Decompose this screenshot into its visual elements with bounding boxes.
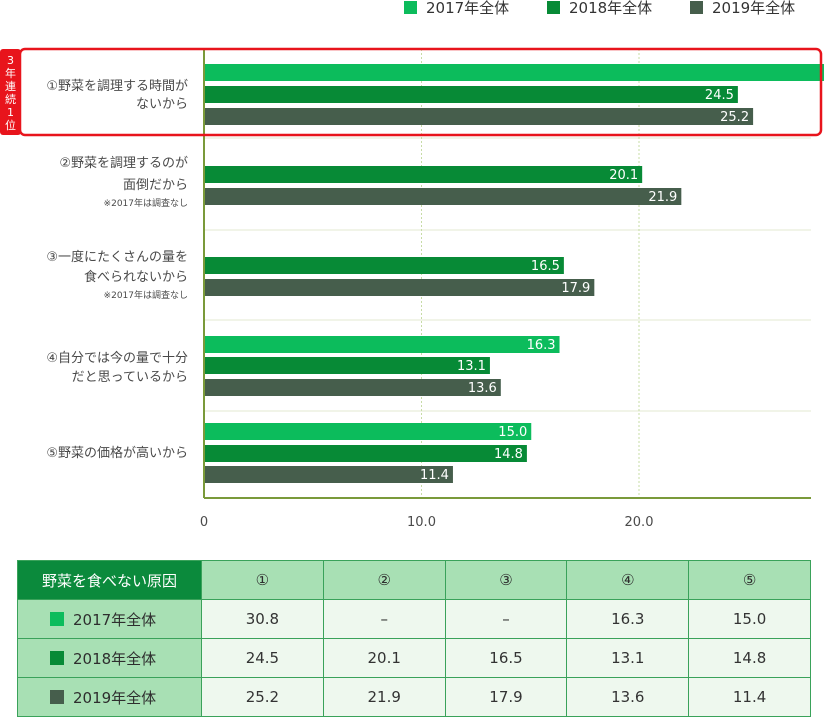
table-row-header: 2018年全体 (17, 638, 202, 678)
bar (205, 86, 738, 103)
table-cell: 16.5 (444, 638, 568, 678)
rank-badge-char: 3 (7, 54, 14, 67)
table-cell: 15.0 (688, 599, 811, 639)
bar (205, 357, 490, 374)
bar-value-label: 16.5 (531, 259, 560, 274)
legend-label: 2019年全体 (712, 0, 795, 17)
table-header-label: 野菜を食べない原因 (17, 560, 202, 600)
x-tick-label: 0 (200, 515, 208, 530)
bar-value-label: 13.6 (468, 381, 497, 396)
table-cell: – (444, 599, 568, 639)
table-cell: 21.9 (322, 677, 446, 717)
data-table: 野菜を食べない原因 ① ② ③ ④ ⑤ 2017年全体 30.8 – – 16.… (17, 560, 811, 717)
legend-swatch (50, 651, 64, 665)
category-label: だと思っているから (72, 370, 188, 385)
table-cell: 13.6 (566, 677, 690, 717)
bar (205, 445, 527, 462)
bar-value-label: 15.0 (498, 425, 527, 440)
bar (205, 279, 595, 296)
bar-value-label: 21.9 (648, 190, 677, 205)
category-note: ※2017年は調査なし (104, 197, 188, 209)
table-cell: 13.1 (566, 638, 690, 678)
table-row-header: 2019年全体 (17, 677, 202, 717)
bar-value-label: 13.1 (457, 359, 486, 374)
bar (205, 336, 560, 353)
table-row: 2017年全体 30.8 – – 16.3 15.0 (17, 599, 811, 639)
category-label: ②野菜を調理するのが (59, 156, 188, 171)
table-col-4: ④ (566, 560, 690, 600)
rank-badge-char: 連 (5, 79, 16, 93)
rank-badge-char: 年 (5, 66, 16, 80)
table-cell: 14.8 (688, 638, 811, 678)
rank-badge-char: 続 (5, 92, 16, 106)
table-row: 2019年全体 25.2 21.9 17.9 13.6 11.4 (17, 677, 811, 717)
x-tick-label: 20.0 (625, 515, 654, 530)
legend-swatch (547, 1, 560, 14)
bar-value-label: 16.3 (527, 338, 556, 353)
table-cell: 24.5 (201, 638, 324, 678)
table-cell: 25.2 (201, 677, 324, 717)
bar-value-label: 17.9 (561, 281, 590, 296)
bar (205, 64, 824, 81)
legend-label: 2018年全体 (569, 0, 652, 17)
table-cell: 16.3 (566, 599, 690, 639)
legend-swatch (690, 1, 703, 14)
rank-badge-char: 位 (5, 118, 16, 132)
bar-chart: 2017年全体2018年全体2019年全体30.816.315.024.520.… (0, 0, 824, 530)
table-col-3: ③ (444, 560, 568, 600)
table-cell: 20.1 (322, 638, 446, 678)
legend-swatch (50, 612, 64, 626)
table-cell: 30.8 (201, 599, 324, 639)
table-row-header: 2017年全体 (17, 599, 202, 639)
bar-value-label: 14.8 (494, 447, 523, 462)
bar (205, 379, 501, 396)
category-label: ①野菜を調理する時間が (46, 79, 188, 94)
table-row-label: 2018年全体 (73, 649, 157, 668)
bar (205, 188, 682, 205)
legend-swatch (50, 690, 64, 704)
bar (205, 108, 754, 125)
bar (205, 257, 564, 274)
bar (205, 466, 453, 483)
bar (205, 166, 643, 183)
rank-badge-char: 1 (7, 106, 14, 119)
category-label: 面倒だから (123, 178, 188, 193)
table-header-row: 野菜を食べない原因 ① ② ③ ④ ⑤ (17, 560, 811, 600)
category-label: 食べられないから (84, 269, 188, 285)
bar-value-label: 11.4 (420, 468, 449, 483)
bar-value-label: 25.2 (720, 110, 749, 125)
table-cell: 17.9 (444, 677, 568, 717)
table-col-5: ⑤ (688, 560, 811, 600)
category-label: ③一度にたくさんの量を (46, 249, 188, 265)
table-col-1: ① (201, 560, 324, 600)
bar-value-label: 24.5 (705, 88, 734, 103)
category-label: ⑤野菜の価格が高いから (46, 445, 188, 461)
table-row-label: 2017年全体 (73, 610, 157, 629)
table-row: 2018年全体 24.5 20.1 16.5 13.1 14.8 (17, 638, 811, 678)
table-col-2: ② (322, 560, 446, 600)
x-tick-label: 10.0 (407, 515, 436, 530)
legend-swatch (404, 1, 417, 14)
table-cell: – (322, 599, 446, 639)
legend-label: 2017年全体 (426, 0, 509, 17)
table-cell: 11.4 (688, 677, 811, 717)
category-note: ※2017年は調査なし (104, 289, 188, 301)
bar-value-label: 20.1 (609, 168, 638, 183)
table-row-label: 2019年全体 (73, 688, 157, 707)
category-label: ないから (136, 97, 188, 112)
bar (205, 423, 532, 440)
category-label: ④自分では今の量で十分 (46, 350, 188, 366)
